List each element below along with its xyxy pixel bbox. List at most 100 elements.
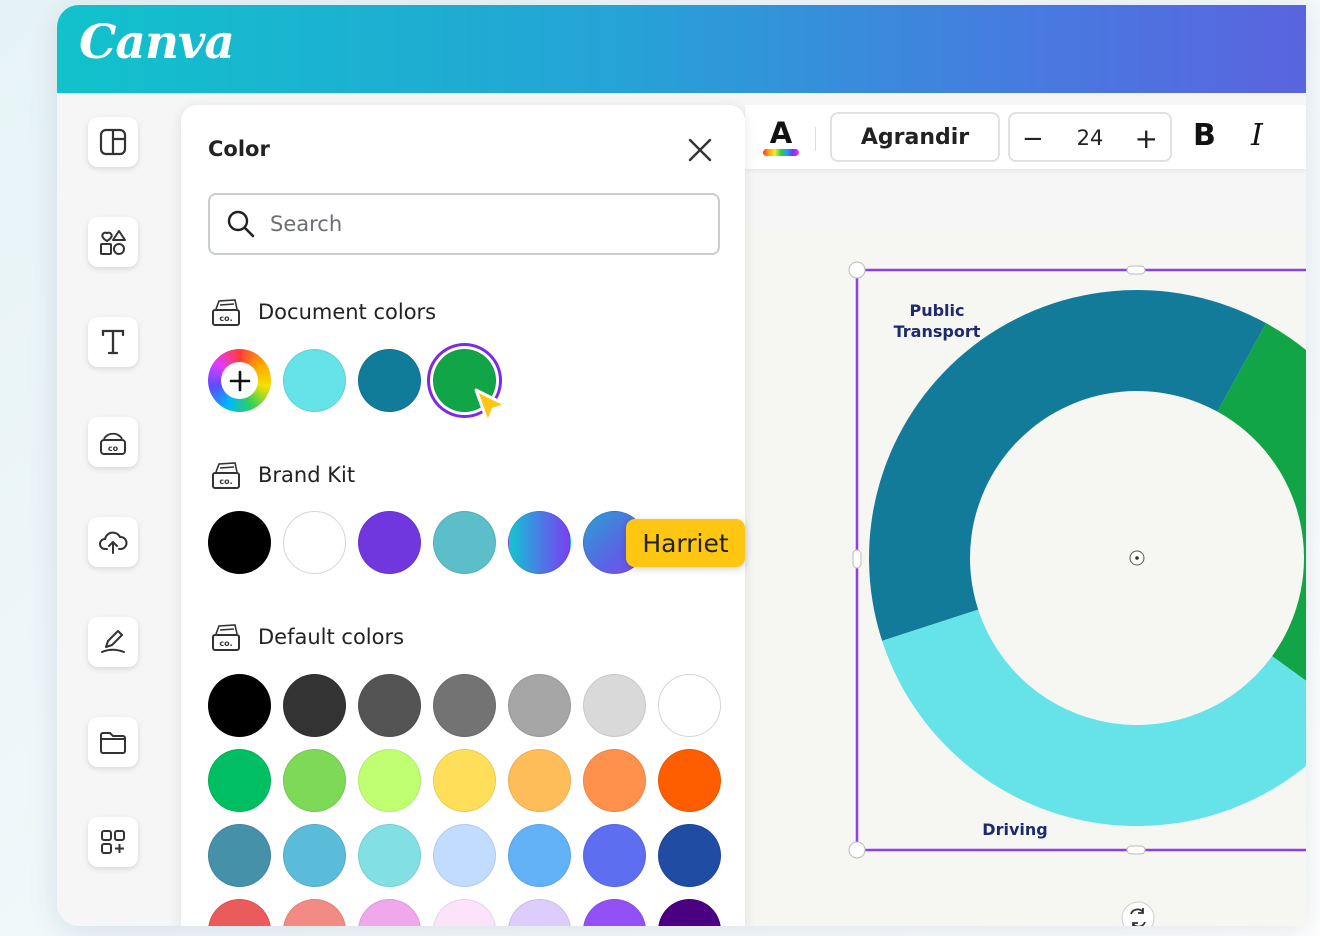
apps-icon bbox=[101, 830, 125, 854]
sidebar-design-button[interactable] bbox=[88, 117, 138, 167]
document-color-swatch[interactable] bbox=[283, 349, 346, 412]
color-panel: Color co. Document colors co. Brand Kit … bbox=[181, 105, 745, 926]
default-color-swatch[interactable] bbox=[283, 824, 346, 887]
rainbow-bar bbox=[763, 149, 799, 156]
folder-icon bbox=[100, 732, 126, 754]
brand-icon: co bbox=[100, 432, 126, 455]
text-color-button[interactable]: A bbox=[763, 117, 799, 161]
default-color-swatch[interactable] bbox=[433, 824, 496, 887]
default-color-swatch[interactable] bbox=[358, 749, 421, 812]
brand-color-swatch[interactable] bbox=[208, 511, 271, 574]
brand-kit-icon: co. bbox=[212, 624, 240, 651]
default-color-swatch[interactable] bbox=[433, 899, 496, 926]
italic-button[interactable]: I bbox=[1251, 118, 1263, 153]
default-color-swatch[interactable] bbox=[208, 899, 271, 926]
document-colors-label: Document colors bbox=[258, 300, 437, 324]
donut-chart[interactable]: Public Transport Driving bbox=[745, 230, 1306, 926]
brand-kit-icon: co. bbox=[212, 299, 240, 326]
sidebar-apps-button[interactable] bbox=[88, 817, 138, 867]
text-toolbar: A Agrandir − 24 + B I bbox=[745, 105, 1306, 169]
document-color-swatch[interactable] bbox=[358, 349, 421, 412]
donut-slice[interactable] bbox=[882, 609, 1306, 826]
resize-handle[interactable] bbox=[1126, 845, 1146, 855]
top-bar: Canva bbox=[57, 5, 1306, 93]
default-color-swatch[interactable] bbox=[658, 824, 721, 887]
default-color-swatch[interactable] bbox=[208, 824, 271, 887]
default-color-swatch[interactable] bbox=[433, 749, 496, 812]
brand-color-swatch[interactable] bbox=[508, 511, 571, 574]
svg-text:co.: co. bbox=[219, 314, 232, 323]
svg-text:co.: co. bbox=[219, 639, 232, 648]
brand-color-swatch[interactable] bbox=[358, 511, 421, 574]
draw-icon bbox=[101, 630, 125, 653]
plus-icon bbox=[221, 362, 258, 399]
resize-handle[interactable] bbox=[848, 261, 866, 279]
default-color-swatch[interactable] bbox=[583, 899, 646, 926]
default-color-swatch[interactable] bbox=[208, 749, 271, 812]
search-input[interactable] bbox=[270, 212, 690, 236]
font-size-stepper: − 24 + bbox=[1008, 112, 1172, 162]
text-icon bbox=[101, 329, 125, 355]
chart-label-public: Public bbox=[909, 301, 964, 320]
toolbar-divider bbox=[815, 127, 816, 151]
default-color-swatch[interactable] bbox=[283, 899, 346, 926]
sidebar-draw-button[interactable] bbox=[88, 617, 138, 667]
default-color-swatch[interactable] bbox=[583, 674, 646, 737]
sidebar-text-button[interactable] bbox=[88, 317, 138, 367]
default-colors-header: co. Default colors bbox=[208, 619, 404, 655]
chart-label-transport: Transport bbox=[894, 322, 981, 341]
elements-icon bbox=[100, 230, 126, 255]
close-icon[interactable] bbox=[687, 137, 713, 163]
brand-color-swatch[interactable] bbox=[283, 511, 346, 574]
canva-logo[interactable]: Canva bbox=[79, 15, 235, 70]
center-dot bbox=[1135, 556, 1139, 560]
default-color-swatch[interactable] bbox=[433, 674, 496, 737]
default-color-swatch[interactable] bbox=[358, 899, 421, 926]
default-color-swatch[interactable] bbox=[508, 899, 571, 926]
search-icon bbox=[227, 210, 255, 238]
sidebar-uploads-button[interactable] bbox=[88, 517, 138, 567]
resize-handle[interactable] bbox=[1126, 265, 1146, 275]
font-family-dropdown[interactable]: Agrandir bbox=[830, 112, 1000, 162]
collaborator-name-tag: Harriet bbox=[626, 519, 745, 567]
text-color-letter: A bbox=[769, 116, 793, 150]
panel-title: Color bbox=[208, 137, 270, 161]
default-color-swatch[interactable] bbox=[658, 899, 721, 926]
default-color-swatch[interactable] bbox=[508, 674, 571, 737]
resize-handle[interactable] bbox=[848, 841, 866, 859]
sidebar-brand-button[interactable]: co bbox=[88, 417, 138, 467]
default-color-swatch[interactable] bbox=[508, 749, 571, 812]
document-colors-header: co. Document colors bbox=[208, 294, 436, 330]
color-search bbox=[208, 193, 720, 255]
design-canvas: Public Transport Driving bbox=[745, 230, 1306, 926]
default-color-swatch[interactable] bbox=[583, 824, 646, 887]
bold-button[interactable]: B bbox=[1193, 118, 1216, 153]
default-color-swatch[interactable] bbox=[508, 824, 571, 887]
default-color-swatch[interactable] bbox=[358, 674, 421, 737]
resize-handle[interactable] bbox=[852, 549, 862, 569]
default-color-swatch[interactable] bbox=[208, 674, 271, 737]
add-color-button[interactable] bbox=[208, 349, 271, 412]
cloud-upload-icon bbox=[99, 531, 128, 554]
default-color-swatch[interactable] bbox=[358, 824, 421, 887]
svg-text:co.: co. bbox=[219, 477, 232, 486]
brand-color-swatch[interactable] bbox=[433, 511, 496, 574]
default-colors-label: Default colors bbox=[258, 625, 405, 649]
default-color-swatch[interactable] bbox=[658, 749, 721, 812]
increase-font-size-button[interactable]: + bbox=[1135, 122, 1158, 155]
cursor-pointer-icon bbox=[474, 388, 508, 425]
default-color-swatch[interactable] bbox=[583, 749, 646, 812]
sidebar-projects-button[interactable] bbox=[88, 717, 138, 767]
default-color-swatch[interactable] bbox=[283, 674, 346, 737]
brand-kit-header: co. Brand Kit bbox=[208, 457, 355, 493]
default-color-swatch[interactable] bbox=[283, 749, 346, 812]
brand-kit-label: Brand Kit bbox=[258, 463, 356, 487]
sidebar: co bbox=[57, 93, 181, 926]
canva-window: Canva co A Agrandir − 24 + B I Public Tr… bbox=[57, 5, 1306, 926]
sidebar-elements-button[interactable] bbox=[88, 217, 138, 267]
brand-kit-icon: co. bbox=[212, 462, 240, 489]
donut-slice[interactable] bbox=[869, 289, 1267, 641]
chart-label-driving: Driving bbox=[982, 820, 1047, 839]
default-color-swatch[interactable] bbox=[658, 674, 721, 737]
svg-text:co: co bbox=[108, 444, 119, 453]
